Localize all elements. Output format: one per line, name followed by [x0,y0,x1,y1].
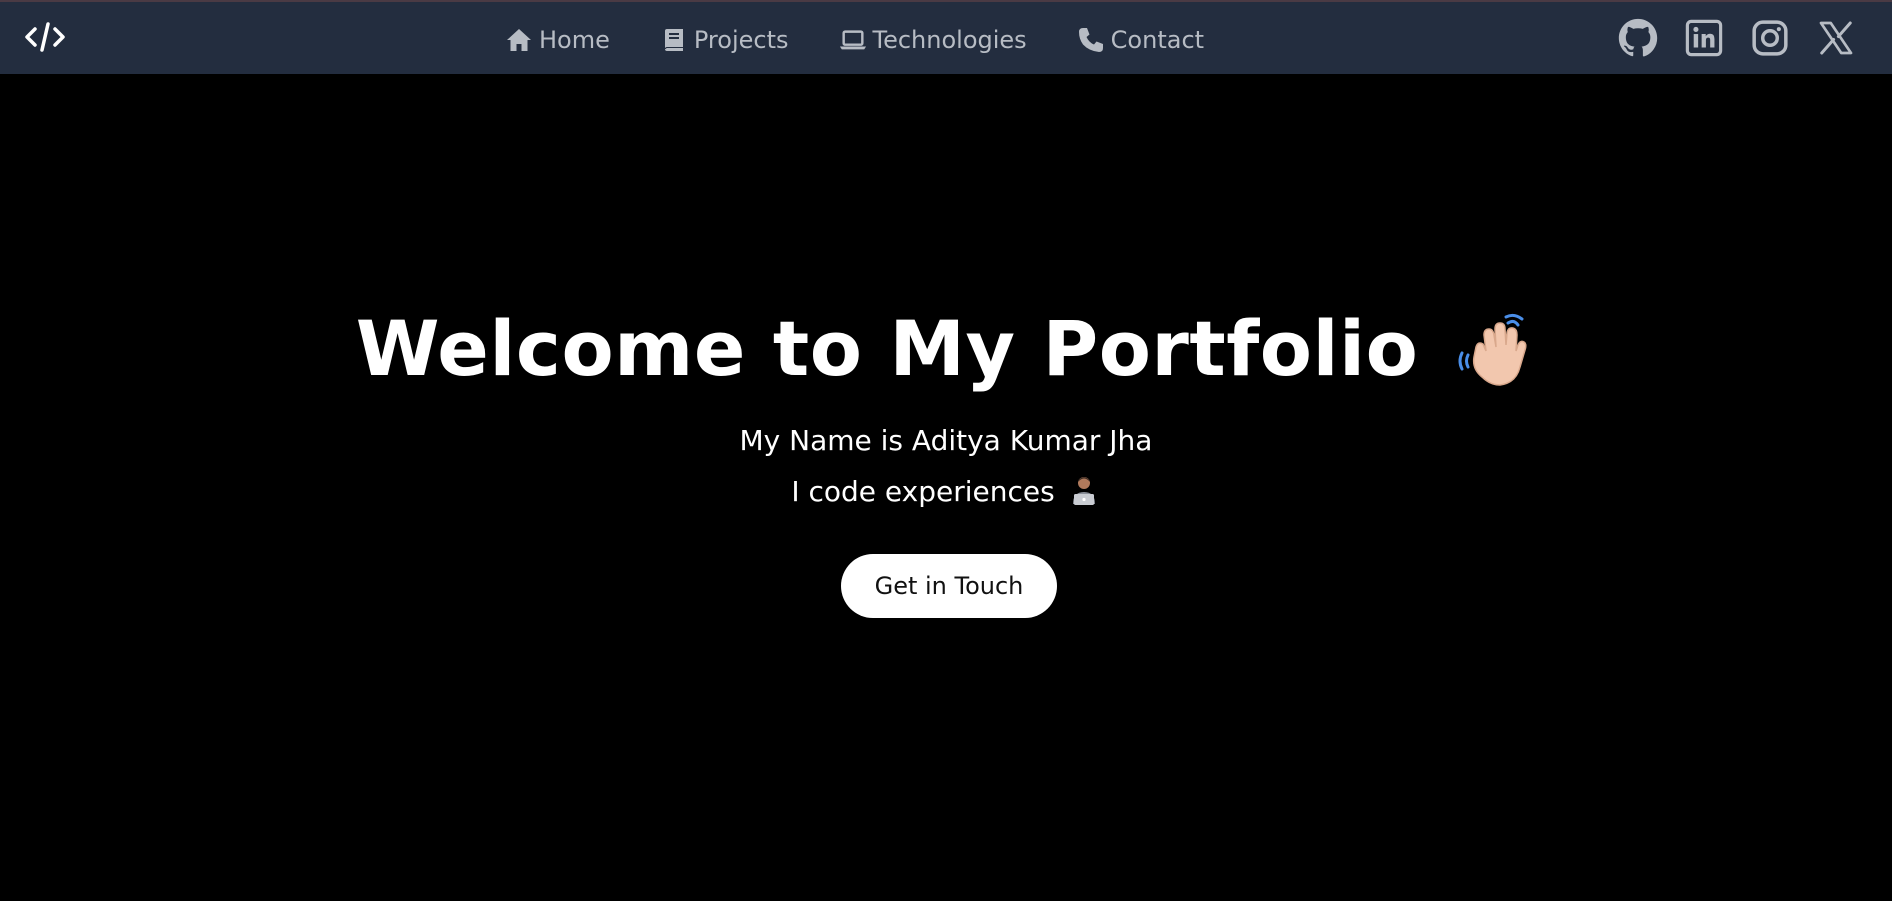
github-icon[interactable] [1618,18,1658,58]
hero-section: Welcome to My Portfolio My Name is Adity… [0,74,1892,901]
nav-link-projects[interactable]: Projects [660,26,789,54]
nav-links: Home Projects Technologies Contact [505,22,1204,58]
code-brackets-icon[interactable] [24,17,66,57]
hero-tagline: I code experiences [0,474,1892,508]
nav-link-home-label: Home [539,26,610,54]
top-navbar: Home Projects Technologies Contact [0,2,1892,74]
technologist-icon [1067,474,1101,508]
nav-link-projects-label: Projects [693,26,789,54]
phone-icon [1077,26,1105,54]
social-links [1592,18,1856,58]
waving-hand-icon [1452,307,1536,391]
hero-title: Welcome to My Portfolio [0,304,1892,393]
x-icon[interactable] [1816,18,1856,58]
nav-link-contact-label: Contact [1110,26,1205,54]
get-in-touch-button[interactable]: Get in Touch [841,554,1057,618]
nav-link-home[interactable]: Home [505,26,610,54]
nav-link-technologies[interactable]: Technologies [839,26,1027,54]
laptop-icon [839,26,867,54]
nav-link-contact[interactable]: Contact [1077,26,1204,54]
instagram-icon[interactable] [1750,18,1790,58]
book-icon [660,26,688,54]
nav-link-technologies-label: Technologies [872,26,1027,54]
hero-name-line: My Name is Aditya Kumar Jha [739,424,1153,457]
hero-tagline-text: I code experiences [791,474,1055,508]
home-icon [505,26,533,54]
hero-title-text: Welcome to My Portfolio [355,304,1419,393]
linkedin-icon[interactable] [1684,18,1724,58]
